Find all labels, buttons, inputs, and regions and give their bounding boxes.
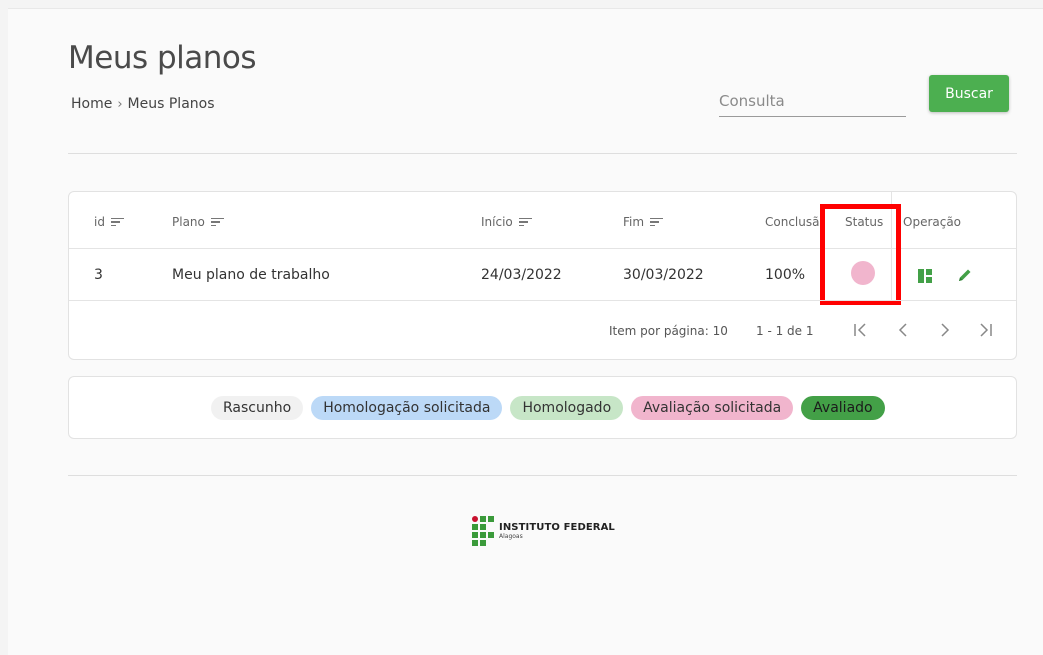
institution-logo: INSTITUTO FEDERAL Alagoas [472,516,615,546]
sort-icon[interactable] [518,216,532,229]
page-title: Meus planos [68,40,257,76]
header-divider [68,153,1017,154]
first-page-icon[interactable] [849,318,873,342]
status-legend: Rascunho Homologação solicitada Homologa… [68,376,1017,439]
column-header-label: Início [481,215,513,229]
logo-mark-icon [472,516,494,546]
items-per-page-select[interactable]: 10 [713,324,728,338]
page: Meus planos Home › Meus Planos Buscar id… [8,8,1043,655]
cell-fim: 30/03/2022 [623,267,704,283]
legend-chip-avaliado: Avaliado [801,396,885,420]
column-header-conclusao[interactable]: Conclusão [765,215,825,229]
breadcrumb-current: Meus Planos [127,96,215,112]
sort-icon[interactable] [110,216,124,229]
logo-text: INSTITUTO FEDERAL Alagoas [499,522,615,540]
logo-line-2: Alagoas [499,533,523,540]
items-per-page: Item por página: 10 [609,324,728,338]
edit-pencil-icon[interactable] [957,267,973,287]
logo-line-1: INSTITUTO FEDERAL [499,522,615,533]
legend-chips: Rascunho Homologação solicitada Homologa… [211,396,885,420]
search-button[interactable]: Buscar [929,75,1009,112]
column-header-label: Conclusão [765,215,825,229]
cell-conclusao: 100% [765,267,806,283]
chevron-right-icon: › [117,96,123,112]
legend-chip-homologacao-solicitada: Homologação solicitada [311,396,503,420]
next-page-icon[interactable] [933,318,957,342]
plans-table: id Plano Início Fim Conclusão Status Ope… [68,191,1017,360]
cell-inicio: 24/03/2022 [481,267,562,283]
search-field [719,85,906,117]
pagination-range: 1 - 1 de 1 [756,324,814,338]
column-header-operacao: Operação [903,215,961,229]
column-header-plano[interactable]: Plano [172,215,224,229]
cell-plano: Meu plano de trabalho [172,267,330,283]
last-page-icon[interactable] [974,318,998,342]
layout-icon[interactable] [918,268,932,287]
search-input[interactable] [719,85,906,116]
column-header-id[interactable]: id [94,215,124,229]
column-header-fim[interactable]: Fim [623,215,664,229]
row-divider [69,300,1016,301]
status-highlight-box [820,204,901,305]
column-header-label: id [94,215,105,229]
sort-icon[interactable] [210,216,224,229]
column-header-label: Operação [903,215,962,229]
footer-divider [68,475,1017,476]
breadcrumb-home-link[interactable]: Home [71,96,112,112]
legend-chip-rascunho: Rascunho [211,396,304,420]
column-header-inicio[interactable]: Início [481,215,532,229]
cell-id: 3 [94,267,103,283]
previous-page-icon[interactable] [892,318,916,342]
breadcrumb: Home › Meus Planos [71,96,215,112]
top-border [8,8,1043,9]
column-header-label: Fim [623,215,645,229]
sort-icon[interactable] [650,216,664,229]
legend-chip-avaliacao-solicitada: Avaliação solicitada [631,396,794,420]
items-per-page-label: Item por página: [609,324,709,338]
legend-chip-homologado: Homologado [510,396,624,420]
column-header-label: Plano [172,215,205,229]
